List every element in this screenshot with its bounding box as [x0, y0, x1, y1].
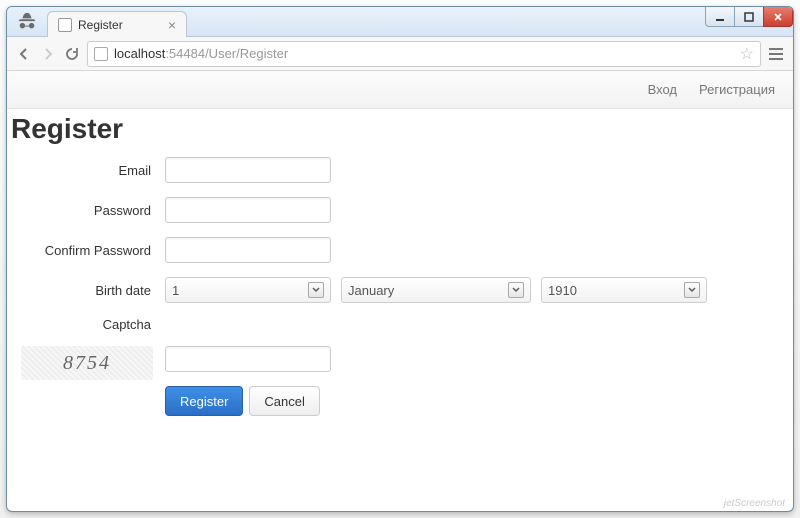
window-close-button[interactable] [763, 7, 793, 27]
nav-login-link[interactable]: Вход [648, 82, 677, 97]
email-input[interactable] [165, 157, 331, 183]
incognito-icon [15, 10, 39, 34]
password-input[interactable] [165, 197, 331, 223]
captcha-label: Captcha [7, 317, 165, 332]
browser-window: Register × localhost:5448 [6, 6, 794, 512]
page-heading: Register [11, 113, 793, 145]
bookmark-star-icon[interactable]: ☆ [740, 44, 754, 64]
password-label: Password [7, 203, 165, 218]
chevron-down-icon [684, 282, 700, 298]
birth-date-label: Birth date [7, 283, 165, 298]
tab-title: Register [78, 18, 123, 32]
window-controls [706, 7, 793, 27]
address-bar[interactable]: localhost:54484/User/Register ☆ [87, 41, 761, 67]
page-favicon-icon [58, 18, 72, 32]
nav-forward-button[interactable] [39, 45, 57, 63]
tab-close-icon[interactable]: × [158, 17, 176, 33]
register-button[interactable]: Register [165, 386, 243, 416]
birth-day-select[interactable]: 1 [165, 277, 331, 303]
chevron-down-icon [308, 282, 324, 298]
window-minimize-button[interactable] [705, 7, 735, 27]
page-content: Register Email Password Confirm Password… [7, 109, 793, 426]
browser-toolbar: localhost:54484/User/Register ☆ [7, 37, 793, 71]
nav-back-button[interactable] [15, 45, 33, 63]
url-text: localhost:54484/User/Register [114, 46, 734, 61]
birth-month-select[interactable]: January [341, 277, 531, 303]
watermark: jetScreenshot [724, 498, 785, 509]
nav-reload-button[interactable] [63, 45, 81, 63]
birth-year-select[interactable]: 1910 [541, 277, 707, 303]
cancel-button[interactable]: Cancel [249, 386, 319, 416]
email-label: Email [7, 163, 165, 178]
chevron-down-icon [508, 282, 524, 298]
site-navbar: Вход Регистрация [7, 71, 793, 109]
window-maximize-button[interactable] [734, 7, 764, 27]
browser-titlebar: Register × [7, 7, 793, 37]
nav-register-link[interactable]: Регистрация [699, 82, 775, 97]
confirm-password-input[interactable] [165, 237, 331, 263]
browser-tab[interactable]: Register × [47, 11, 187, 37]
page-icon [94, 47, 108, 61]
captcha-input[interactable] [165, 346, 331, 372]
browser-menu-icon[interactable] [767, 48, 785, 60]
confirm-password-label: Confirm Password [7, 243, 165, 258]
register-form: Email Password Confirm Password Birth da… [7, 157, 793, 416]
